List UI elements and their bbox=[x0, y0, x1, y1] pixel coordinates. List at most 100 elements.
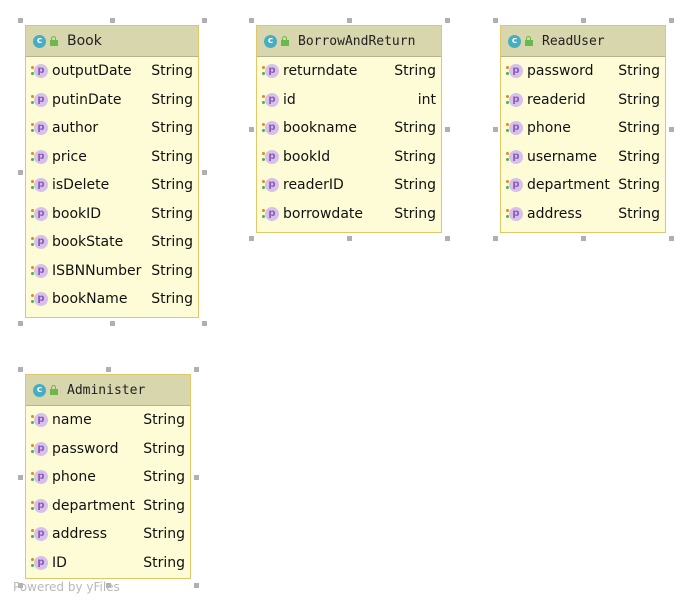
resize-handle[interactable] bbox=[202, 18, 207, 23]
resize-handle[interactable] bbox=[194, 475, 199, 480]
field-name: borrowdate bbox=[283, 205, 363, 222]
field-row[interactable]: p bookId String bbox=[257, 143, 441, 172]
field-row[interactable]: p phone String bbox=[501, 114, 665, 143]
resize-handle[interactable] bbox=[249, 18, 254, 23]
resize-handle[interactable] bbox=[106, 367, 111, 372]
class-header[interactable]: c Book bbox=[26, 26, 198, 57]
field-name: bookState bbox=[52, 234, 124, 251]
resize-handle[interactable] bbox=[18, 321, 23, 326]
class-card-book[interactable]: c Book p outputDate String p putinDate Strin… bbox=[25, 25, 199, 318]
resize-handle[interactable] bbox=[18, 18, 23, 23]
field-row[interactable]: p phone String bbox=[26, 463, 190, 492]
field-row[interactable]: p department String bbox=[26, 492, 190, 521]
field-row[interactable]: p putinDate String bbox=[26, 86, 198, 115]
field-row[interactable]: p address String bbox=[501, 200, 665, 229]
field-icon: p bbox=[31, 498, 48, 513]
field-icon: p bbox=[31, 64, 48, 79]
resize-handle[interactable] bbox=[110, 321, 115, 326]
field-icon: p bbox=[31, 92, 48, 107]
field-type: String bbox=[618, 177, 660, 194]
class-icon: c bbox=[508, 34, 521, 48]
field-row[interactable]: p bookname String bbox=[257, 114, 441, 143]
field-row[interactable]: p address String bbox=[26, 520, 190, 549]
class-card-administer[interactable]: c Administer p name String p password String… bbox=[25, 374, 191, 579]
field-icon: p bbox=[31, 149, 48, 164]
field-row[interactable]: p username String bbox=[501, 143, 665, 172]
resize-handle[interactable] bbox=[445, 236, 450, 241]
resize-handle[interactable] bbox=[347, 18, 352, 23]
lock-icon bbox=[50, 36, 58, 46]
field-type: String bbox=[143, 440, 185, 457]
field-row[interactable]: p department String bbox=[501, 171, 665, 200]
field-name: address bbox=[527, 205, 583, 222]
resize-handle[interactable] bbox=[669, 127, 674, 132]
field-type: String bbox=[151, 148, 193, 165]
field-row[interactable]: p name String bbox=[26, 406, 190, 435]
resize-handle[interactable] bbox=[202, 170, 207, 175]
field-icon: p bbox=[262, 121, 279, 136]
field-name: phone bbox=[527, 120, 571, 137]
field-type: String bbox=[151, 262, 193, 279]
field-row[interactable]: p readerid String bbox=[501, 86, 665, 115]
resize-handle[interactable] bbox=[493, 18, 498, 23]
field-type: String bbox=[394, 148, 436, 165]
resize-handle[interactable] bbox=[18, 170, 23, 175]
class-icon: c bbox=[33, 383, 46, 397]
field-name: returndate bbox=[283, 63, 358, 80]
field-type: String bbox=[394, 120, 436, 137]
resize-handle[interactable] bbox=[194, 367, 199, 372]
field-row[interactable]: p readerID String bbox=[257, 171, 441, 200]
resize-handle[interactable] bbox=[249, 127, 254, 132]
field-type: String bbox=[618, 91, 660, 108]
class-header[interactable]: c BorrowAndReturn bbox=[257, 26, 441, 57]
field-row[interactable]: p ID String bbox=[26, 549, 190, 578]
resize-handle[interactable] bbox=[18, 475, 23, 480]
class-header[interactable]: c Administer bbox=[26, 375, 190, 406]
resize-handle[interactable] bbox=[347, 236, 352, 241]
field-row[interactable]: p id int bbox=[257, 86, 441, 115]
field-row[interactable]: p isDelete String bbox=[26, 171, 198, 200]
resize-handle[interactable] bbox=[110, 18, 115, 23]
resize-handle[interactable] bbox=[445, 18, 450, 23]
field-row[interactable]: p outputDate String bbox=[26, 57, 198, 86]
resize-handle[interactable] bbox=[581, 18, 586, 23]
resize-handle[interactable] bbox=[202, 321, 207, 326]
field-row[interactable]: p password String bbox=[26, 435, 190, 464]
resize-handle[interactable] bbox=[445, 127, 450, 132]
field-type: String bbox=[151, 120, 193, 137]
field-icon: p bbox=[506, 206, 523, 221]
resize-handle[interactable] bbox=[493, 236, 498, 241]
resize-handle[interactable] bbox=[194, 583, 199, 588]
lock-icon bbox=[281, 36, 289, 46]
field-row[interactable]: p password String bbox=[501, 57, 665, 86]
field-row[interactable]: p borrowdate String bbox=[257, 200, 441, 229]
class-header[interactable]: c ReadUser bbox=[501, 26, 665, 57]
resize-handle[interactable] bbox=[669, 18, 674, 23]
resize-handle[interactable] bbox=[581, 236, 586, 241]
field-icon: p bbox=[262, 149, 279, 164]
field-row[interactable]: p bookState String bbox=[26, 228, 198, 257]
field-row[interactable]: p bookName String bbox=[26, 285, 198, 314]
field-name: name bbox=[52, 412, 92, 429]
field-name: isDelete bbox=[52, 177, 110, 194]
resize-handle[interactable] bbox=[493, 127, 498, 132]
class-card-borrowandreturn[interactable]: c BorrowAndReturn p returndate String p id i… bbox=[256, 25, 442, 233]
field-type: String bbox=[394, 205, 436, 222]
field-icon: p bbox=[262, 206, 279, 221]
field-icon: p bbox=[31, 206, 48, 221]
field-name: address bbox=[52, 526, 108, 543]
field-name: ISBNNumber bbox=[52, 262, 142, 279]
resize-handle[interactable] bbox=[249, 236, 254, 241]
field-row[interactable]: p ISBNNumber String bbox=[26, 257, 198, 286]
field-icon: p bbox=[506, 121, 523, 136]
field-row[interactable]: p author String bbox=[26, 114, 198, 143]
field-row[interactable]: p price String bbox=[26, 143, 198, 172]
resize-handle[interactable] bbox=[18, 367, 23, 372]
field-row[interactable]: p returndate String bbox=[257, 57, 441, 86]
resize-handle[interactable] bbox=[669, 236, 674, 241]
watermark: Powered by yFiles bbox=[13, 580, 120, 594]
class-icon: c bbox=[33, 34, 46, 48]
field-row[interactable]: p bookID String bbox=[26, 200, 198, 229]
field-name: id bbox=[283, 91, 296, 108]
class-card-readuser[interactable]: c ReadUser p password String p readerid Stri… bbox=[500, 25, 666, 233]
